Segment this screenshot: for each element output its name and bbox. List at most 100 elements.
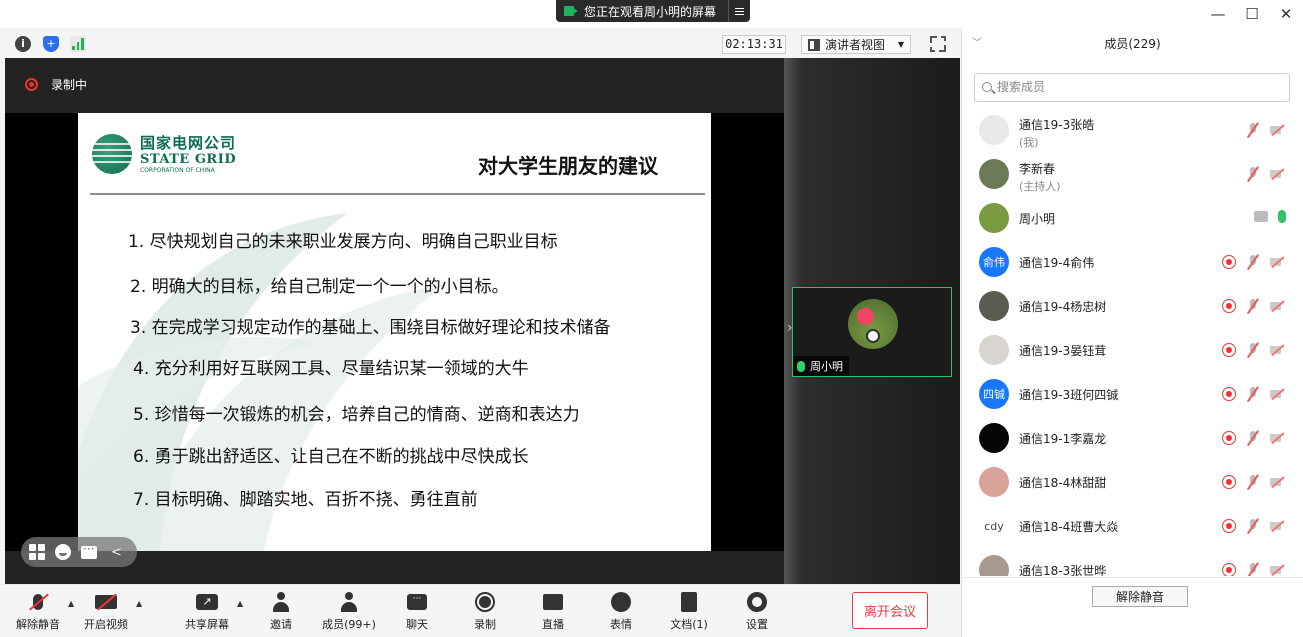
search-icon <box>982 82 992 92</box>
camera-off-icon[interactable] <box>1270 388 1286 400</box>
microphone-icon[interactable] <box>1278 210 1286 223</box>
microphone-muted-icon[interactable] <box>1246 166 1260 182</box>
leave-meeting-button[interactable]: 离开会议 <box>852 592 928 629</box>
camera-off-icon[interactable] <box>1270 300 1286 312</box>
camera-off-icon[interactable] <box>1270 520 1286 532</box>
reactions-label: 表情 <box>610 618 632 631</box>
camera-off-icon[interactable] <box>1270 168 1286 180</box>
member-name: 通信19-4俞伟 <box>1019 256 1095 270</box>
camera-off-icon <box>94 591 118 613</box>
speaker-view-icon <box>808 38 820 51</box>
settings-label: 设置 <box>746 618 768 631</box>
chat-button[interactable]: ··· 聊天 <box>387 591 447 635</box>
share-screen-button[interactable]: ↗ 共享屏幕 <box>177 591 237 635</box>
member-row[interactable]: 李新春 (主持人) <box>962 152 1303 196</box>
recording-icon <box>1222 387 1236 401</box>
member-row[interactable]: 通信19-3张皓 (我) <box>962 108 1303 152</box>
chevron-left-icon[interactable]: < <box>111 545 122 560</box>
camera-off-icon[interactable] <box>1270 432 1286 444</box>
member-row[interactable]: 通信18-3张世晔 <box>962 548 1303 576</box>
emoji-icon[interactable] <box>55 544 71 560</box>
participant-video-tile[interactable]: 周小明 <box>792 287 952 377</box>
microphone-muted-icon[interactable] <box>1246 342 1260 358</box>
unmute-button[interactable]: 解除静音 <box>8 591 68 635</box>
reactions-button[interactable]: 表情 <box>591 591 651 635</box>
documents-button[interactable]: 文档(1) <box>659 591 719 635</box>
microphone-muted-icon[interactable] <box>1246 386 1260 402</box>
members-panel: ﹀ 成员(229) 通信19-3张皓 (我) 李新春 (主持人) 周小明俞伟通信19-4… <box>961 28 1303 637</box>
record-button[interactable]: 录制 <box>455 591 515 635</box>
logo-chinese-name: 国家电网公司 <box>140 134 237 152</box>
screen-share-banner[interactable]: 您正在观看周小明的屏幕 <box>556 0 750 22</box>
member-row[interactable]: 俞伟 通信19-4俞伟 <box>962 240 1303 284</box>
share-options-caret-icon[interactable]: ▲ <box>237 599 243 608</box>
slide-title: 对大学生朋友的建议 <box>478 154 658 178</box>
unmute-all-button[interactable]: 解除静音 <box>1092 586 1188 607</box>
camera-off-icon[interactable] <box>1270 344 1286 356</box>
member-row[interactable]: 通信19-3晏钰茸 <box>962 328 1303 372</box>
avatar: cdy <box>979 511 1009 541</box>
microphone-muted-icon[interactable] <box>1246 298 1260 314</box>
invite-button[interactable]: 邀请 <box>251 591 311 635</box>
chevron-down-icon: ▼ <box>897 40 904 49</box>
live-stream-icon <box>541 591 565 613</box>
slide-point: 6. 勇于跳出舒适区、让自己在不断的挑战中尽快成长 <box>133 447 529 467</box>
chat-label: 聊天 <box>406 618 428 631</box>
members-panel-footer: 解除静音 <box>962 577 1303 637</box>
member-row[interactable]: cdy 通信18-4班曹大焱 <box>962 504 1303 548</box>
member-status-icons <box>1222 254 1286 270</box>
chevron-down-icon[interactable]: ﹀ <box>972 28 982 60</box>
info-icon[interactable]: i <box>15 36 31 52</box>
recording-icon <box>1222 519 1236 533</box>
member-status-icons <box>1222 430 1286 446</box>
meeting-timer: 02:13:31 <box>722 35 786 54</box>
slide-point: 5. 珍惜每一次锻炼的机会，培养自己的情商、逆商和表达力 <box>133 405 580 425</box>
microphone-muted-icon[interactable] <box>1246 122 1260 138</box>
camera-off-icon[interactable] <box>1270 476 1286 488</box>
layout-grid-icon[interactable] <box>29 544 45 560</box>
view-mode-dropdown[interactable]: 演讲者视图 ▼ <box>801 35 911 54</box>
member-row[interactable]: 通信19-1李嘉龙 <box>962 416 1303 460</box>
maximize-button[interactable]: ☐ <box>1235 0 1269 28</box>
camera-off-icon[interactable] <box>1270 124 1286 136</box>
slide-point: 4. 充分利用好互联网工具、尽量结识某一领域的大牛 <box>133 359 529 379</box>
microphone-muted-icon[interactable] <box>1246 474 1260 490</box>
recording-label: 录制中 <box>51 78 88 92</box>
members-button[interactable]: 成员(99+) <box>319 591 379 635</box>
minimize-button[interactable]: — <box>1201 0 1235 28</box>
member-name: 通信19-3晏钰茸 <box>1019 344 1107 358</box>
microphone-muted-icon <box>26 591 50 613</box>
member-row[interactable]: 四铖 通信19-3班何四铖 <box>962 372 1303 416</box>
chat-bubble-icon[interactable] <box>81 542 97 559</box>
video-gallery-strip: › 周小明 <box>784 58 960 584</box>
member-name: 通信18-3张世晔 <box>1019 564 1107 576</box>
recording-icon <box>1222 299 1236 313</box>
microphone-muted-icon[interactable] <box>1246 562 1260 576</box>
member-list[interactable]: 通信19-3张皓 (我) 李新春 (主持人) 周小明 俞伟 通信19-4俞伟 通信19-4杨忠… <box>962 108 1303 576</box>
video-options-caret-icon[interactable]: ▲ <box>136 599 142 608</box>
microphone-muted-icon[interactable] <box>1246 518 1260 534</box>
start-video-button[interactable]: 开启视频 <box>76 591 136 635</box>
documents-label: 文档(1) <box>670 618 708 631</box>
signal-icon[interactable] <box>70 36 86 52</box>
fullscreen-icon[interactable] <box>930 36 946 52</box>
record-icon <box>25 78 38 91</box>
close-button[interactable]: ✕ <box>1269 0 1303 28</box>
member-role: (我) <box>1019 136 1039 149</box>
member-search-input[interactable] <box>997 74 1277 100</box>
camera-off-icon[interactable] <box>1270 256 1286 268</box>
settings-button[interactable]: 设置 <box>727 591 787 635</box>
member-search-box[interactable] <box>974 73 1290 102</box>
microphone-muted-icon[interactable] <box>1246 254 1260 270</box>
member-status-icons <box>1246 166 1286 182</box>
banner-menu-icon[interactable] <box>728 0 750 22</box>
audio-options-caret-icon[interactable]: ▲ <box>68 599 74 608</box>
member-row[interactable]: 周小明 <box>962 196 1303 240</box>
member-status-icons <box>1222 518 1286 534</box>
shield-icon[interactable]: + <box>43 36 59 52</box>
member-row[interactable]: 通信18-4林甜甜 <box>962 460 1303 504</box>
microphone-muted-icon[interactable] <box>1246 430 1260 446</box>
camera-off-icon[interactable] <box>1270 564 1286 576</box>
live-button[interactable]: 直播 <box>523 591 583 635</box>
member-row[interactable]: 通信19-4杨忠树 <box>962 284 1303 328</box>
